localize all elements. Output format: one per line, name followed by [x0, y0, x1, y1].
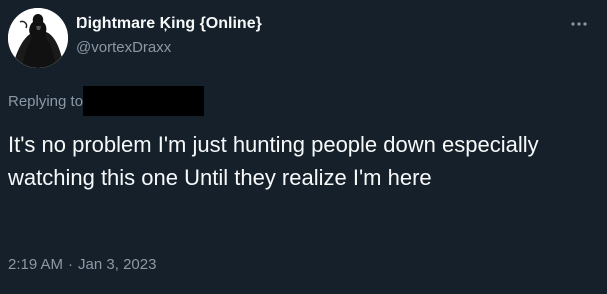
- tweet-date[interactable]: Jan 3, 2023: [78, 256, 156, 273]
- dark-figure-avatar-icon: [8, 8, 68, 68]
- timestamp-separator: ·: [68, 256, 74, 273]
- more-horizontal-icon: [571, 22, 587, 26]
- tweet-timestamp: 2:19 AM · Jan 3, 2023: [8, 256, 156, 273]
- author-handle[interactable]: @vortexDraxx: [76, 38, 516, 58]
- tweet-text: It's no problem I'm just hunting people …: [8, 132, 539, 190]
- author-info: Ŋightmare Ķing {Online} @vortexDraxx: [76, 14, 516, 58]
- redacted-username[interactable]: [83, 86, 205, 116]
- more-options-button[interactable]: [569, 14, 589, 34]
- author-display-name[interactable]: Ŋightmare Ķing {Online}: [76, 14, 516, 34]
- replying-to-label: Replying to: [8, 92, 84, 110]
- replying-to: Replying to: [8, 86, 205, 116]
- avatar[interactable]: [8, 8, 68, 68]
- tweet-time[interactable]: 2:19 AM: [8, 256, 63, 273]
